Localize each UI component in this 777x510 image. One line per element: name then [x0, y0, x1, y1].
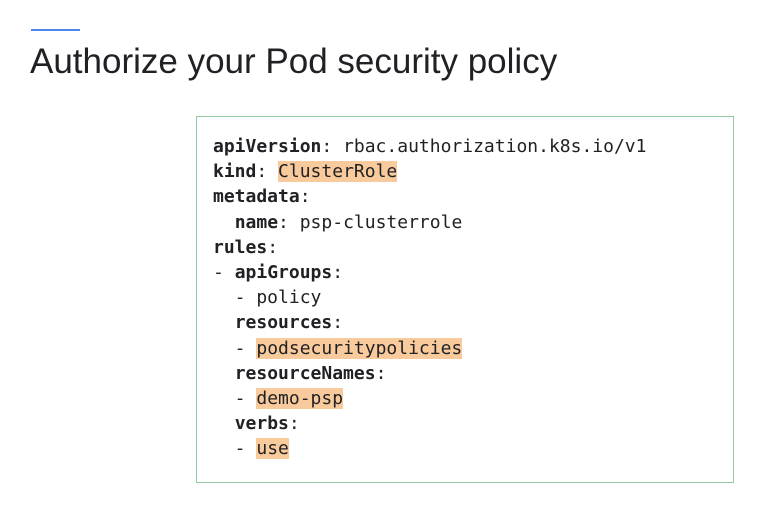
yaml-key: kind [213, 161, 257, 183]
code-line-api-groups: - apiGroups: [213, 260, 733, 285]
code-line-metadata: metadata: [213, 184, 733, 209]
yaml-separator: : [375, 362, 387, 384]
yaml-separator: : [332, 261, 344, 283]
yaml-value: : psp-clusterrole [278, 211, 463, 233]
highlighted-value: ClusterRole [278, 161, 398, 183]
code-line-resource-names: resourceNames: [213, 361, 733, 386]
code-line-name: name: psp-clusterrole [213, 210, 733, 235]
yaml-key: name [234, 211, 279, 233]
code-line-use: - use [213, 436, 733, 461]
code-line-verbs: verbs: [213, 411, 733, 436]
code-line-api-version: apiVersion: rbac.authorization.k8s.io/v1 [213, 134, 733, 159]
code-line-kind: kind: ClusterRole [213, 159, 733, 184]
yaml-list-marker: - [213, 387, 257, 409]
code-line-podsecuritypolicies: - podsecuritypolicies [213, 336, 733, 361]
yaml-separator: : [256, 161, 279, 183]
code-line-resources: resources: [213, 310, 733, 335]
title-accent-bar [31, 29, 80, 31]
slide-title: Authorize your Pod security policy [30, 42, 558, 81]
yaml-key: resourceNames [234, 362, 376, 384]
code-line-demo-psp: - demo-psp [213, 386, 733, 411]
highlighted-value: demo-psp [256, 387, 344, 409]
yaml-key: resources [234, 312, 333, 334]
yaml-list-marker: - [213, 261, 235, 283]
yaml-separator: : [288, 413, 300, 435]
yaml-value: : rbac.authorization.k8s.io/v1 [321, 136, 647, 157]
yaml-indent [213, 212, 235, 233]
yaml-list-value: - policy [213, 287, 322, 309]
yaml-indent [213, 363, 235, 384]
yaml-key: rules [213, 236, 268, 258]
yaml-key: apiVersion [213, 136, 322, 157]
yaml-key: apiGroups [234, 261, 333, 283]
yaml-list-marker: - [213, 337, 257, 359]
yaml-indent [213, 413, 235, 434]
yaml-separator: : [267, 236, 279, 258]
yaml-key: metadata [213, 186, 300, 208]
yaml-separator: : [299, 186, 311, 208]
yaml-key: verbs [234, 413, 289, 435]
yaml-code-block: apiVersion: rbac.authorization.k8s.io/v1… [196, 116, 734, 483]
yaml-separator: : [332, 312, 344, 334]
code-line-rules: rules: [213, 235, 733, 260]
yaml-indent [213, 312, 235, 333]
code-line-policy: - policy [213, 285, 733, 310]
highlighted-value: use [256, 438, 289, 460]
highlighted-value: podsecuritypolicies [256, 337, 463, 359]
yaml-list-marker: - [213, 438, 257, 460]
